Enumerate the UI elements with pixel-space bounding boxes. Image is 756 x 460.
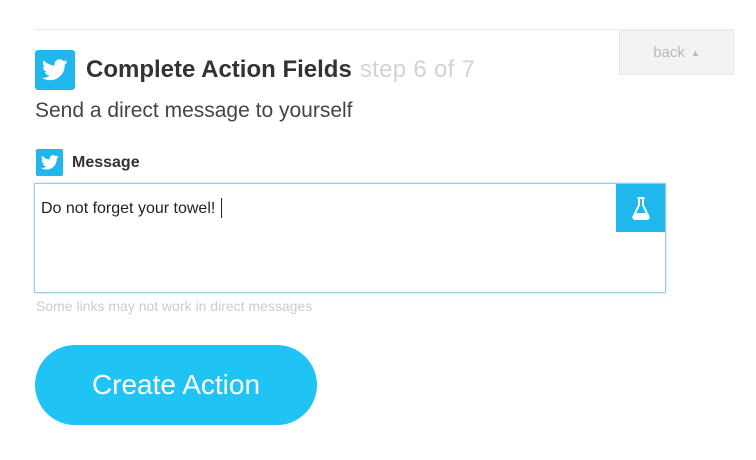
add-ingredient-button[interactable]: [616, 184, 665, 232]
field-hint: Some links may not work in direct messag…: [36, 298, 313, 314]
flask-icon: [631, 197, 650, 220]
step-header: Complete Action Fields step 6 of 7: [35, 50, 475, 90]
action-description: Send a direct message to yourself: [35, 99, 353, 122]
text-cursor: [221, 198, 223, 218]
create-action-button[interactable]: Create Action: [35, 345, 317, 425]
page: back ▲ Complete Action Fields step 6 of …: [0, 0, 756, 460]
back-button[interactable]: back ▲: [619, 30, 734, 75]
message-textarea[interactable]: Do not forget your towel!: [34, 183, 666, 293]
message-value: Do not forget your towel!: [41, 200, 216, 217]
caret-up-icon: ▲: [690, 48, 700, 58]
twitter-bird-icon: [35, 50, 75, 90]
message-label: Message: [72, 153, 140, 171]
message-text[interactable]: Do not forget your towel!: [41, 198, 223, 218]
step-indicator: step 6 of 7: [359, 56, 476, 83]
page-title: Complete Action Fields: [86, 56, 352, 83]
field-header: Message: [36, 149, 140, 176]
twitter-bird-icon: [36, 149, 63, 176]
back-label: back: [653, 44, 685, 61]
